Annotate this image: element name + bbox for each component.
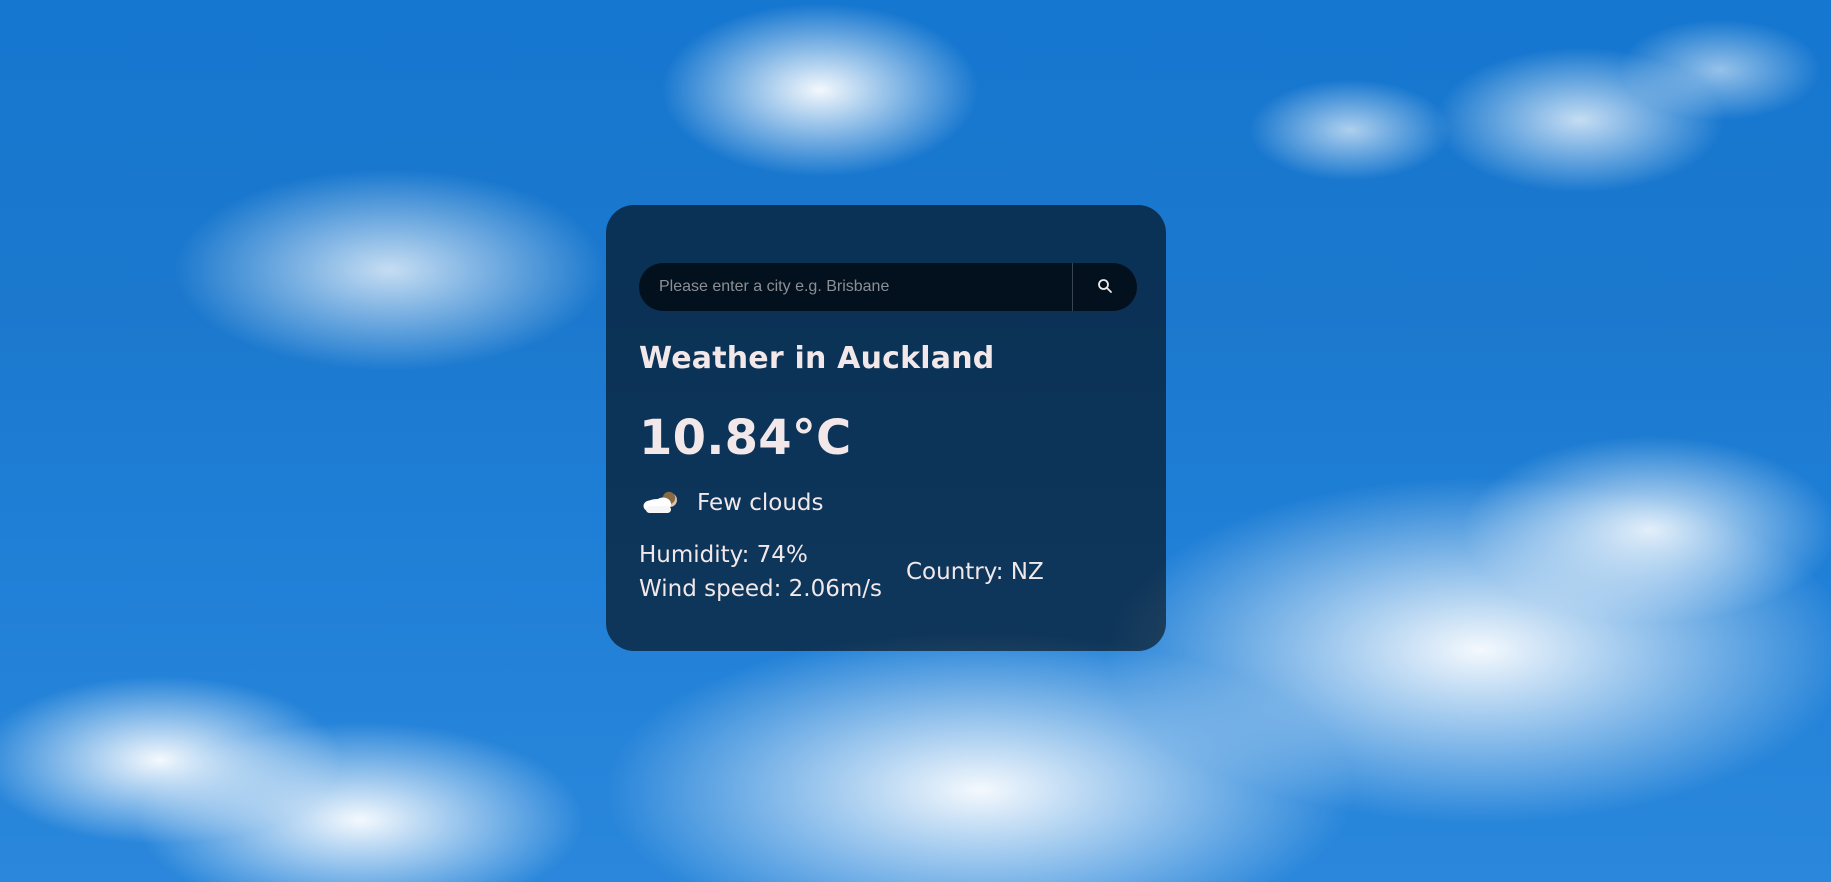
search-button[interactable] [1073,263,1137,311]
weather-card: Weather in Auckland 10.84°C Few clouds H… [606,205,1166,651]
weather-title: Weather in Auckland [639,341,995,376]
search-icon [1097,278,1113,297]
weather-condition: Few clouds [639,488,1133,518]
few-clouds-icon [639,488,681,518]
weather-metrics: Humidity: 74% Wind speed: 2.06m/s [639,542,894,603]
temperature-value: 10.84°C [639,410,852,466]
wind-speed-value: Wind speed: 2.06m/s [639,575,883,602]
weather-details: Humidity: 74% Wind speed: 2.06m/s Countr… [639,542,1133,603]
search-input[interactable] [639,263,1072,311]
condition-text: Few clouds [697,490,824,516]
search-bar [639,263,1137,311]
humidity-value: Humidity: 74% [639,542,808,568]
country-value: Country: NZ [906,558,1044,585]
